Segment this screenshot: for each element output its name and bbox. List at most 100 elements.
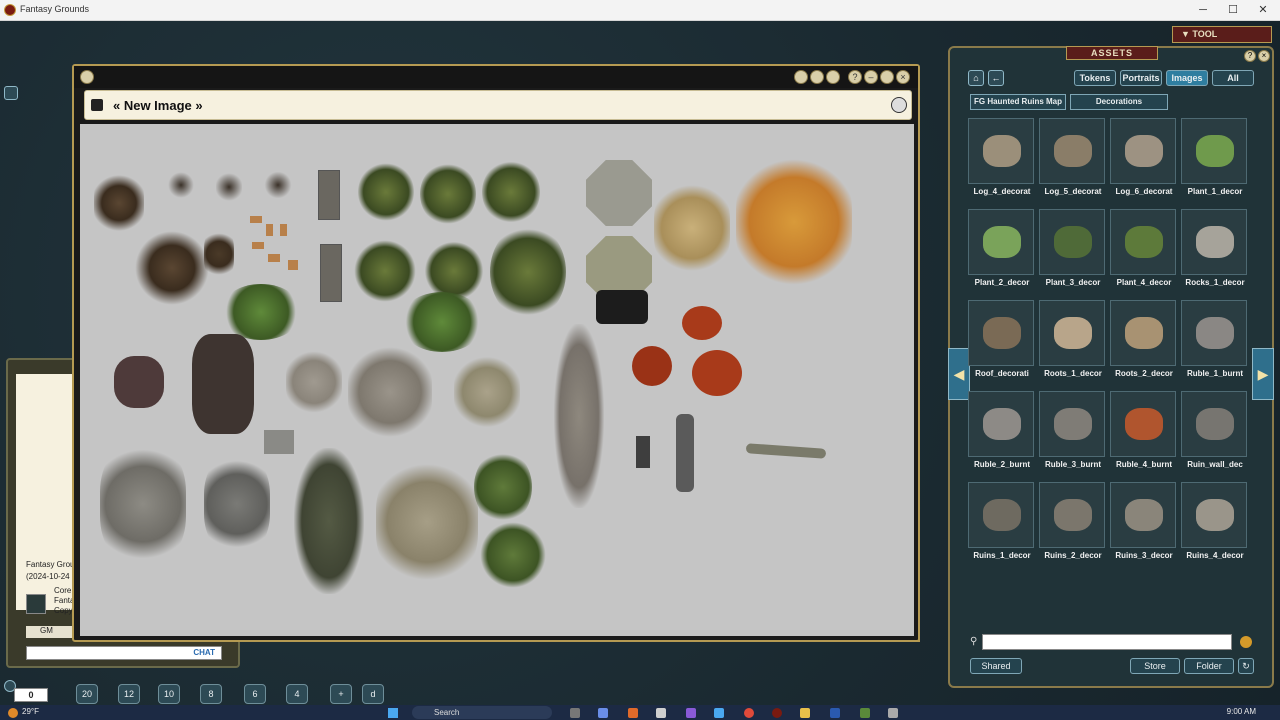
search-icon: ⚲ bbox=[970, 636, 978, 647]
minimize-button[interactable]: ─ bbox=[1188, 2, 1218, 18]
root-decoration bbox=[132, 228, 212, 308]
asset-preview bbox=[1054, 408, 1092, 440]
asset-thumbnail bbox=[1039, 209, 1105, 275]
log-decoration bbox=[676, 414, 694, 492]
folder-icon[interactable] bbox=[800, 708, 810, 718]
start-icon[interactable] bbox=[388, 708, 398, 718]
tab-images[interactable]: Images bbox=[1166, 70, 1208, 86]
asset-thumbnail bbox=[1181, 209, 1247, 275]
asset-preview bbox=[1054, 499, 1092, 531]
asset-tile[interactable]: Ruins_4_decor bbox=[1181, 482, 1247, 570]
next-page-arrow[interactable]: ▶ bbox=[1252, 348, 1274, 400]
asset-tile[interactable]: Ruble_4_burnt bbox=[1110, 391, 1176, 479]
tool-button[interactable]: ▼ TOOL bbox=[1172, 26, 1272, 43]
asset-label: Roots_2_decor bbox=[1115, 369, 1173, 378]
asset-tile[interactable]: Plant_4_decor bbox=[1110, 209, 1176, 297]
image-canvas[interactable] bbox=[80, 124, 914, 636]
taskview-icon[interactable] bbox=[570, 708, 580, 718]
pillar-base-decoration bbox=[596, 290, 648, 324]
dice-tower-icon[interactable]: d bbox=[362, 684, 384, 704]
asset-tile[interactable]: Plant_2_decor bbox=[968, 209, 1034, 297]
breadcrumb-folder[interactable]: FG Haunted Ruins Map bbox=[970, 94, 1066, 110]
maximize-button[interactable]: ☐ bbox=[1218, 2, 1248, 18]
asset-tile[interactable]: Log_6_decorat bbox=[1110, 118, 1176, 206]
tab-tokens[interactable]: Tokens bbox=[1074, 70, 1116, 86]
asset-tile[interactable]: Ruble_3_burnt bbox=[1039, 391, 1105, 479]
pumpkin-decoration bbox=[682, 306, 722, 340]
asset-tile[interactable]: Rocks_1_decor bbox=[1181, 209, 1247, 297]
asset-label: Ruble_3_burnt bbox=[1044, 460, 1101, 469]
help-icon[interactable]: ? bbox=[1244, 50, 1256, 62]
user-icon[interactable] bbox=[4, 86, 18, 100]
asset-tile[interactable]: Ruin_wall_dec bbox=[1181, 391, 1247, 479]
app-icon[interactable] bbox=[656, 708, 666, 718]
minimize-icon[interactable]: – bbox=[864, 70, 878, 84]
resize-handle[interactable] bbox=[910, 632, 920, 642]
asset-thumbnail bbox=[968, 209, 1034, 275]
resize-icon[interactable] bbox=[880, 70, 894, 84]
asset-tile[interactable]: Ruins_1_decor bbox=[968, 482, 1034, 570]
refresh-button[interactable]: ↻ bbox=[1238, 658, 1254, 674]
asset-tile[interactable]: Plant_3_decor bbox=[1039, 209, 1105, 297]
app-icon[interactable] bbox=[714, 708, 724, 718]
app-icon[interactable] bbox=[598, 708, 608, 718]
brick-decoration bbox=[250, 216, 262, 223]
app-icon[interactable] bbox=[628, 708, 638, 718]
share-icon[interactable] bbox=[826, 70, 840, 84]
asset-tile[interactable]: Ruble_2_burnt bbox=[968, 391, 1034, 479]
breadcrumb-subfolder[interactable]: Decorations bbox=[1070, 94, 1168, 110]
weather-icon bbox=[8, 708, 18, 718]
d4-icon[interactable]: 4 bbox=[286, 684, 308, 704]
add-die-icon[interactable]: + bbox=[330, 684, 352, 704]
menu-icon[interactable] bbox=[891, 97, 907, 113]
shared-button[interactable]: Shared bbox=[970, 658, 1022, 674]
close-button[interactable]: ✕ bbox=[1248, 2, 1278, 18]
back-icon[interactable]: ← bbox=[988, 70, 1004, 86]
filter-icon[interactable] bbox=[1240, 636, 1252, 648]
chat-input[interactable]: CHAT bbox=[26, 646, 222, 660]
lock-icon[interactable] bbox=[810, 70, 824, 84]
d10-icon[interactable]: 10 bbox=[158, 684, 180, 704]
help-icon[interactable]: ? bbox=[848, 70, 862, 84]
asset-tile[interactable]: Plant_1_decor bbox=[1181, 118, 1247, 206]
asset-tile[interactable]: Roof_decorati bbox=[968, 300, 1034, 388]
app-icon[interactable] bbox=[888, 708, 898, 718]
folder-button[interactable]: Folder bbox=[1184, 658, 1234, 674]
path-decoration bbox=[554, 324, 604, 508]
brick-decoration bbox=[268, 254, 280, 262]
app-icon[interactable] bbox=[860, 708, 870, 718]
tab-all[interactable]: All bbox=[1212, 70, 1254, 86]
browser-icon[interactable] bbox=[744, 708, 754, 718]
asset-tile[interactable]: Log_4_decorat bbox=[968, 118, 1034, 206]
asset-tile[interactable]: Log_5_decorat bbox=[1039, 118, 1105, 206]
app-icon[interactable] bbox=[686, 708, 696, 718]
d8-icon[interactable]: 8 bbox=[200, 684, 222, 704]
asset-tile[interactable]: Roots_1_decor bbox=[1039, 300, 1105, 388]
asset-tile[interactable]: Ruble_1_burnt bbox=[1181, 300, 1247, 388]
home-icon[interactable]: ⌂ bbox=[968, 70, 984, 86]
d6-icon[interactable]: 6 bbox=[244, 684, 266, 704]
store-button[interactable]: Store bbox=[1130, 658, 1180, 674]
image-title[interactable]: « New Image » bbox=[113, 98, 203, 113]
close-icon[interactable]: × bbox=[1258, 50, 1270, 62]
asset-tile[interactable]: Roots_2_decor bbox=[1110, 300, 1176, 388]
close-icon[interactable]: × bbox=[896, 70, 910, 84]
fantasy-grounds-icon[interactable] bbox=[772, 708, 782, 718]
taskbar-search[interactable]: Search bbox=[412, 706, 552, 719]
asset-search-input[interactable] bbox=[982, 634, 1232, 650]
photoshop-icon[interactable] bbox=[830, 708, 840, 718]
asset-preview bbox=[1196, 317, 1234, 349]
brick-decoration bbox=[288, 260, 298, 270]
asset-tile[interactable]: Ruins_2_decor bbox=[1039, 482, 1105, 570]
asset-thumbnail bbox=[968, 482, 1034, 548]
moss-decoration bbox=[294, 448, 364, 594]
chat-line: (2024-10-24 bbox=[26, 572, 70, 581]
d20-icon[interactable]: 20 bbox=[76, 684, 98, 704]
tab-portraits[interactable]: Portraits bbox=[1120, 70, 1162, 86]
grid-icon[interactable] bbox=[794, 70, 808, 84]
asset-tile[interactable]: Ruins_3_decor bbox=[1110, 482, 1176, 570]
asset-thumbnail bbox=[1181, 391, 1247, 457]
d12-icon[interactable]: 12 bbox=[118, 684, 140, 704]
asset-label: Log_6_decorat bbox=[1115, 187, 1173, 196]
modifier-counter[interactable]: 0 bbox=[14, 688, 48, 702]
